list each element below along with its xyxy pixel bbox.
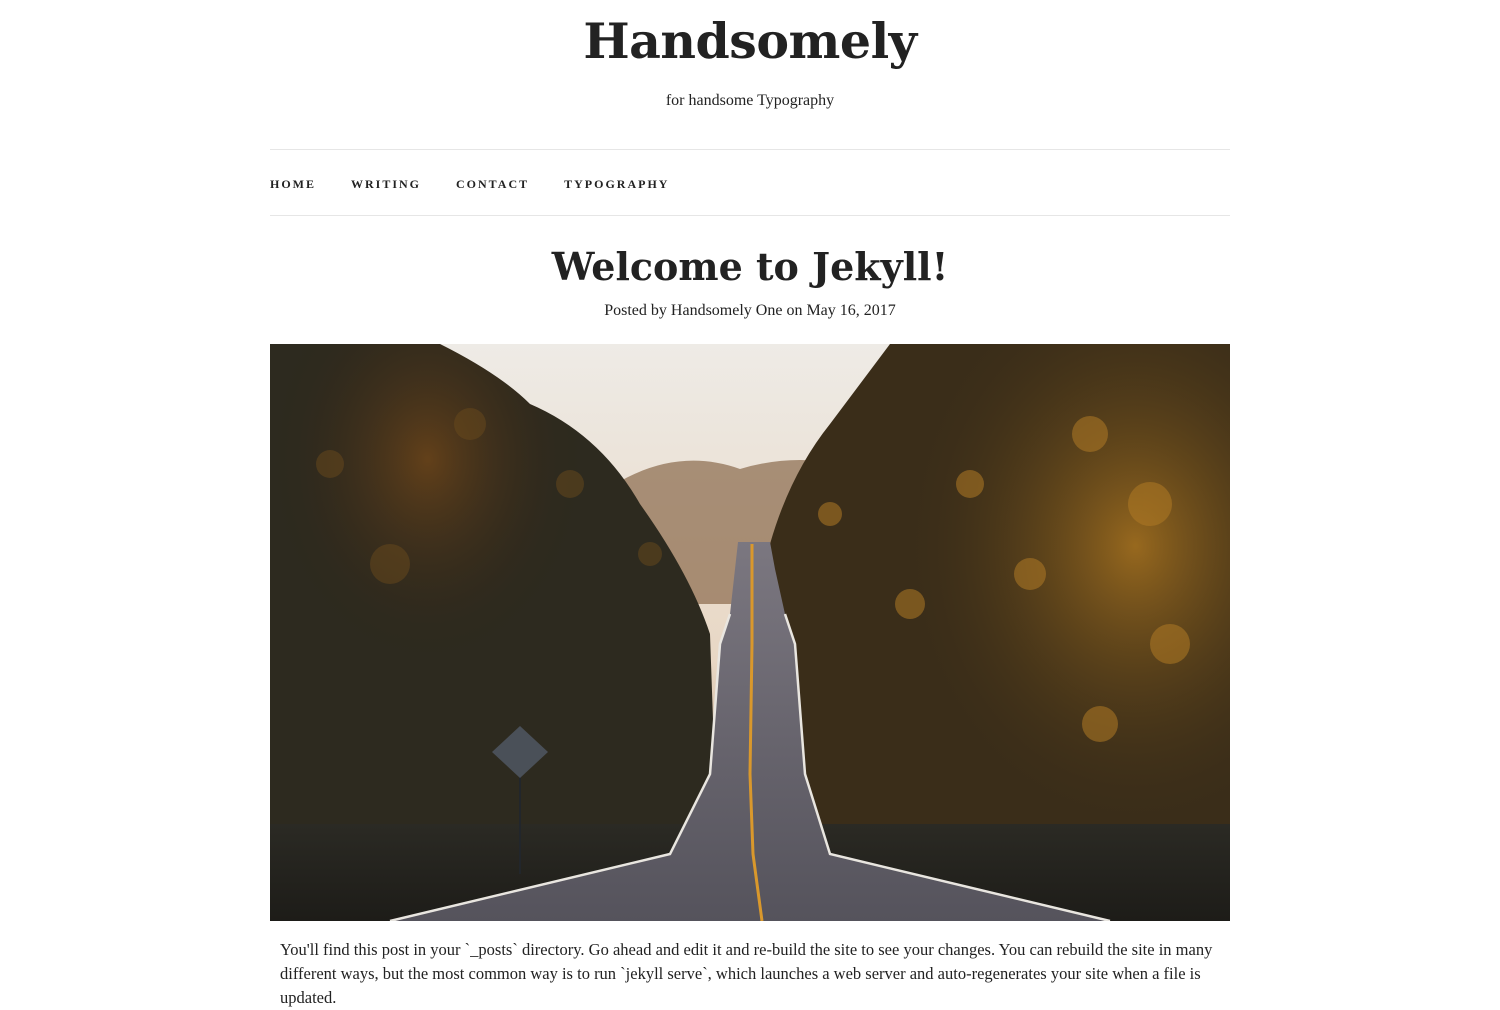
nav-item-writing: Writing <box>351 173 421 192</box>
nav-item-contact: Contact <box>456 173 529 192</box>
nav-link-home[interactable]: Home <box>270 177 316 191</box>
post-body: You'll find this post in your `_posts` d… <box>280 940 1213 1007</box>
nav-item-typography: Typography <box>564 173 669 192</box>
main-nav: Home Writing Contact Typography <box>270 149 1230 216</box>
nav-link-typography[interactable]: Typography <box>564 177 669 191</box>
site-title[interactable]: Handsomely <box>0 9 1500 73</box>
nav-link-writing[interactable]: Writing <box>351 177 421 191</box>
road-photo <box>270 344 1230 921</box>
post-title: Welcome to Jekyll! <box>551 244 949 289</box>
post-meta: Posted by Handsomely One on May 16, 2017 <box>604 302 896 319</box>
nav-item-home: Home <box>270 173 316 192</box>
site-tagline: for handsome Typography <box>665 92 835 109</box>
hero-image <box>270 344 1230 921</box>
nav-link-contact[interactable]: Contact <box>456 177 529 191</box>
site-header: Handsomely for handsome Typography <box>0 0 1500 149</box>
